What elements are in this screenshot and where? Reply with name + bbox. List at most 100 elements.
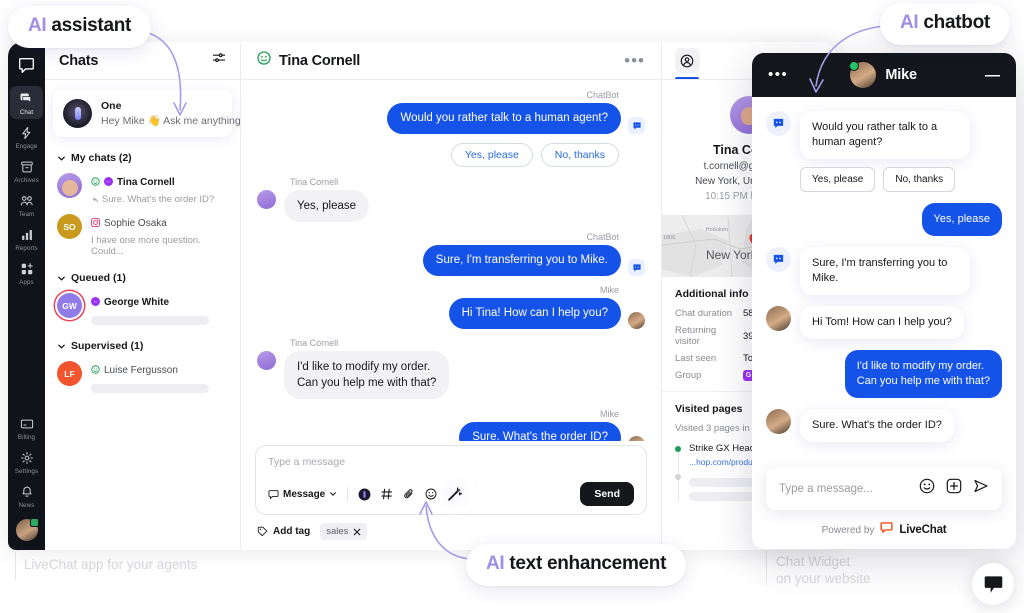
list-item[interactable]: Tina Cornell Sure. What's the order ID? xyxy=(45,170,240,211)
timeline-line xyxy=(677,479,679,501)
composer-box[interactable]: Type a message Message Send xyxy=(255,445,647,515)
add-tag-button[interactable]: Add tag xyxy=(257,526,310,537)
page-title: Chats xyxy=(59,52,99,69)
tag-label: sales xyxy=(326,526,349,537)
message-agent-2: Mike Sure. What's the order ID? xyxy=(257,409,645,441)
ai-wand-icon[interactable] xyxy=(447,486,463,502)
sidebar-item-archives[interactable]: Archives xyxy=(10,154,43,187)
list-item-name: Sophie Osaka xyxy=(104,217,167,229)
widget-message-bot-1: Would you rather talk to a human agent? xyxy=(766,111,1002,159)
sidebar-item-chat[interactable]: Chat xyxy=(10,86,43,119)
billing-icon xyxy=(20,416,34,432)
widget-message-input[interactable]: Type a message... xyxy=(779,483,908,495)
composer-mode-label: Message xyxy=(283,488,326,500)
widget-quick-replies: Yes, please No, thanks xyxy=(800,167,1002,192)
list-item[interactable]: SO Sophie Osaka I have one more question… xyxy=(45,211,240,263)
chat-bubble-icon[interactable] xyxy=(972,563,1014,605)
sidebar-item-label: Team xyxy=(18,211,35,218)
avatar[interactable] xyxy=(15,518,39,541)
annotation-pill-ai-assistant: AI assistant xyxy=(8,6,152,48)
widget-footer: Type a message... Powered by LiveChat xyxy=(752,467,1016,549)
message-input[interactable]: Type a message xyxy=(268,456,634,468)
chevron-down-icon xyxy=(330,492,337,496)
avatar xyxy=(766,409,791,434)
annotation-pill-ai-chatbot: AI chatbot xyxy=(880,3,1010,45)
bolt-icon xyxy=(20,125,34,141)
message-author: Tina Cornell xyxy=(290,177,339,187)
widget-message-visitor-1: Yes, please xyxy=(766,203,1002,236)
message-bot-2: ChatBot Sure, I'm transferring you to Mi… xyxy=(257,232,645,276)
tab-visitor[interactable] xyxy=(672,42,702,79)
chat-group-header-my-chats[interactable]: My chats (2) xyxy=(45,143,240,170)
tag-chip[interactable]: sales xyxy=(320,523,368,540)
chat-group-label: Queued (1) xyxy=(71,272,126,284)
list-item[interactable]: LF Luise Fergusson xyxy=(45,358,240,399)
annotation-pill-ai-text-enhancement: AI text enhancement xyxy=(466,544,687,586)
bot-avatar-icon xyxy=(766,111,791,136)
composer-mode-selector[interactable]: Message xyxy=(268,489,337,500)
powered-by-label: Powered by xyxy=(821,524,875,536)
quick-replies: Yes, please No, thanks xyxy=(257,143,619,167)
messenger-icon xyxy=(104,173,113,191)
widget-message-visitor-2: I'd like to modify my order. Can you hel… xyxy=(766,350,1002,398)
send-icon[interactable] xyxy=(973,478,989,499)
chat-group-header-supervised[interactable]: Supervised (1) xyxy=(45,331,240,358)
livechat-app-window: Chat Engage Archives Team Reports Apps B… xyxy=(8,42,836,550)
sidebar-item-news[interactable]: News xyxy=(10,479,43,512)
avatar xyxy=(628,312,645,329)
sidebar-item-reports[interactable]: Reports xyxy=(10,222,43,255)
smiley-green-icon xyxy=(91,361,100,379)
quick-reply-no[interactable]: No, thanks xyxy=(540,143,619,167)
list-item-preview: I have one more question. Could... xyxy=(91,235,201,257)
emoji-icon[interactable] xyxy=(425,488,437,500)
sidebar-item-settings[interactable]: Settings xyxy=(10,445,43,478)
messenger-icon xyxy=(91,293,100,311)
composer-divider xyxy=(347,487,349,501)
widget-quick-reply-no[interactable]: No, thanks xyxy=(883,167,956,192)
one-assistant-card[interactable]: One Hey Mike 👋 Ask me anything! xyxy=(53,90,244,137)
chat-group-label: Supervised (1) xyxy=(71,340,144,352)
filters-icon[interactable] xyxy=(212,51,226,70)
list-item-name: George White xyxy=(104,296,170,308)
sidebar-item-team[interactable]: Team xyxy=(10,188,43,221)
pill-ai-prefix-chatbot: AI xyxy=(900,12,919,33)
widget-input-bar[interactable]: Type a message... xyxy=(766,467,1002,510)
message-bot-1: ChatBot Would you rather talk to a human… xyxy=(257,90,645,134)
avatar xyxy=(849,61,877,88)
tag-icon xyxy=(257,526,268,537)
plus-icon[interactable] xyxy=(946,478,962,499)
pill-ai-chatbot-label: chatbot xyxy=(923,12,990,33)
ghost-caption-app: LiveChat app for your agents xyxy=(24,557,198,572)
list-item[interactable]: GW George White xyxy=(45,290,240,331)
message-visitor-1: Tina Cornell Yes, please xyxy=(257,177,645,222)
message-visitor-2: Tina Cornell I'd like to modify my order… xyxy=(257,338,645,399)
one-name: One xyxy=(101,100,122,112)
nav-rail: Chat Engage Archives Team Reports Apps B… xyxy=(8,42,45,550)
send-button[interactable]: Send xyxy=(580,482,634,506)
sidebar-item-billing[interactable]: Billing xyxy=(10,411,43,444)
composer: Type a message Message Send Add tag sale… xyxy=(241,441,661,550)
map-city-label: New York xyxy=(706,248,757,262)
attachment-icon[interactable] xyxy=(403,488,415,500)
sidebar-item-engage[interactable]: Engage xyxy=(10,120,43,153)
canned-response-icon[interactable] xyxy=(381,488,393,500)
message-text: Yes, please xyxy=(284,190,370,222)
brand-name: LiveChat xyxy=(899,524,947,536)
widget-quick-reply-yes[interactable]: Yes, please xyxy=(800,167,876,192)
more-icon[interactable]: ••• xyxy=(624,52,645,69)
sidebar-item-label: Chat xyxy=(19,109,34,116)
widget-header: ••• Mike — xyxy=(752,53,1016,97)
map-label-hoboken: Hoboken xyxy=(706,227,729,233)
minimize-icon[interactable]: — xyxy=(985,67,1000,84)
quick-reply-yes[interactable]: Yes, please xyxy=(450,143,533,167)
chat-group-header-queued[interactable]: Queued (1) xyxy=(45,263,240,290)
bot-avatar-icon xyxy=(766,247,791,272)
widget-message-text: Would you rather talk to a human agent? xyxy=(800,111,970,159)
one-ai-icon[interactable] xyxy=(358,488,371,501)
add-tag-label: Add tag xyxy=(273,526,311,537)
message-author: Mike xyxy=(599,409,619,419)
emoji-icon[interactable] xyxy=(919,478,935,499)
conversation-title: Tina Cornell xyxy=(279,52,361,69)
avatar: SO xyxy=(57,214,82,239)
sidebar-item-apps[interactable]: Apps xyxy=(10,256,43,289)
